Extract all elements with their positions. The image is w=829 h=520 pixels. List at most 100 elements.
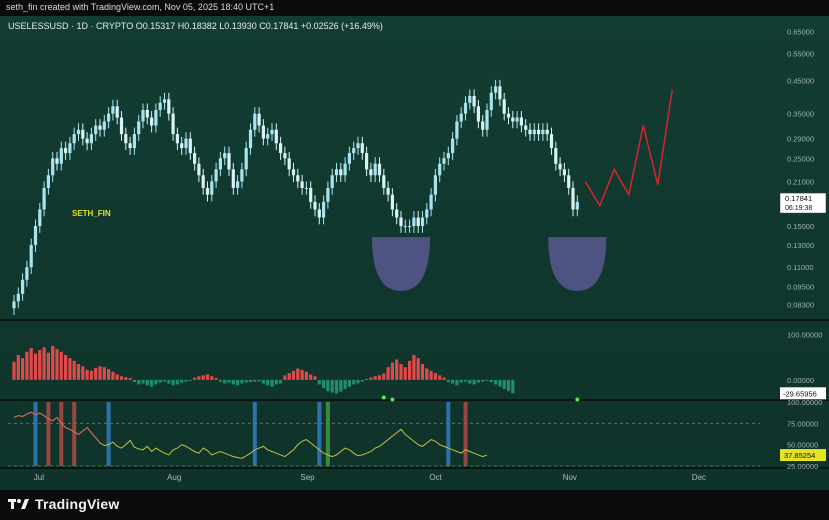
- time-axis-label: Jul: [34, 473, 44, 482]
- histogram-bar: [248, 379, 253, 383]
- price-tick-label: 0.45000: [787, 76, 814, 85]
- candle-body: [102, 121, 106, 130]
- candle-body: [489, 92, 493, 110]
- signal-bar: [325, 402, 330, 466]
- histogram-bar: [279, 379, 283, 384]
- candle-body: [369, 169, 373, 176]
- oscillator-upper-line: [13, 411, 101, 444]
- histogram-bar: [85, 369, 89, 380]
- candle-body: [29, 245, 33, 268]
- price-tick-label: 0.65000: [787, 28, 814, 37]
- oscillator-tick-label: 100.00000: [787, 398, 822, 407]
- candle-body: [218, 158, 222, 170]
- candle-body: [175, 134, 179, 144]
- histogram-bar: [420, 364, 425, 380]
- candle-body: [472, 95, 476, 107]
- histogram-bar: [506, 379, 511, 392]
- candle-body: [257, 113, 261, 126]
- histogram-bar: [102, 367, 106, 380]
- candle-body: [506, 113, 511, 118]
- candle-body: [210, 181, 214, 195]
- signal-bar: [317, 402, 322, 466]
- candle-body: [162, 99, 167, 103]
- histogram-bar: [72, 360, 76, 380]
- candle-body: [313, 201, 317, 210]
- histogram-bar: [68, 358, 72, 380]
- histogram-bar: [459, 379, 463, 383]
- oscillator-tick-label: 75.00000: [787, 419, 818, 428]
- candle-body: [253, 113, 257, 130]
- candle-body: [188, 138, 192, 154]
- histogram-bar: [468, 379, 472, 384]
- candle-body: [343, 163, 347, 176]
- histogram-bar: [42, 347, 46, 380]
- price-tick-label: 0.21000: [787, 177, 814, 186]
- candle-body: [214, 169, 218, 182]
- candle-body: [296, 175, 300, 182]
- histogram-tick-label: 0.00000: [787, 376, 814, 385]
- candle-body: [167, 99, 171, 114]
- candle-body: [390, 194, 394, 210]
- time-axis-label: Oct: [429, 473, 442, 482]
- time-axis-label: Aug: [167, 473, 181, 482]
- tradingview-brand[interactable]: TradingView: [8, 496, 119, 512]
- histogram-bar: [347, 379, 351, 387]
- candle-body: [89, 134, 93, 144]
- candle-body: [386, 187, 390, 195]
- signal-bar: [72, 402, 77, 466]
- candle-body: [304, 187, 308, 189]
- candle-body: [498, 86, 502, 100]
- histogram-bar: [137, 379, 141, 385]
- chart-svg[interactable]: 0.65000 0.55000 0.45000 0.35000 0.29000 0.250…: [0, 0, 829, 520]
- signal-bar: [59, 402, 64, 466]
- histogram-bar: [46, 352, 50, 380]
- histogram-bar: [476, 379, 480, 383]
- candle-body: [330, 175, 334, 188]
- histogram-bar: [25, 351, 29, 380]
- candle-body: [339, 169, 343, 176]
- candle-body: [158, 102, 162, 110]
- signal-dot: [575, 397, 580, 402]
- histogram-bar: [339, 379, 343, 392]
- candle-body: [554, 148, 558, 164]
- histogram-bar: [201, 375, 205, 380]
- histogram-bar: [296, 368, 300, 380]
- histogram-bar: [317, 379, 321, 385]
- oscillator-tick-label: 50.00000: [787, 441, 818, 450]
- histogram-bar: [322, 379, 326, 389]
- candle-body: [528, 129, 532, 135]
- candle-body: [485, 109, 489, 130]
- histogram-bar: [390, 362, 394, 380]
- price-tick-label: 0.13000: [787, 241, 814, 250]
- signal-bar: [33, 402, 38, 466]
- histogram-bar: [442, 377, 446, 380]
- candle-body: [223, 153, 227, 159]
- candle-body: [420, 217, 425, 227]
- histogram-bar: [154, 379, 158, 385]
- histogram-bar: [111, 371, 115, 380]
- signal-dot: [390, 397, 395, 402]
- histogram-bar: [455, 379, 459, 386]
- candle-body: [21, 279, 25, 294]
- candle-body: [524, 125, 528, 130]
- candle-body: [107, 113, 111, 122]
- candle-body: [154, 109, 158, 126]
- candle-body: [309, 187, 313, 202]
- candle-body: [279, 143, 283, 154]
- histogram-bar: [175, 379, 179, 385]
- countdown-label: 06:19:38: [785, 205, 812, 212]
- candle-body: [94, 125, 98, 135]
- histogram-bar: [446, 379, 450, 383]
- candle-body: [515, 117, 519, 122]
- histogram-bar: [438, 375, 442, 380]
- histogram-bar: [481, 379, 485, 382]
- histogram-bar: [98, 366, 102, 380]
- histogram-bar: [145, 379, 149, 386]
- histogram-bar: [38, 349, 42, 380]
- candle-body: [98, 125, 102, 130]
- candle-body: [352, 148, 356, 154]
- histogram-bar: [472, 379, 476, 385]
- histogram-bar: [236, 379, 240, 386]
- candle-body: [25, 267, 29, 280]
- candle-body: [545, 129, 549, 135]
